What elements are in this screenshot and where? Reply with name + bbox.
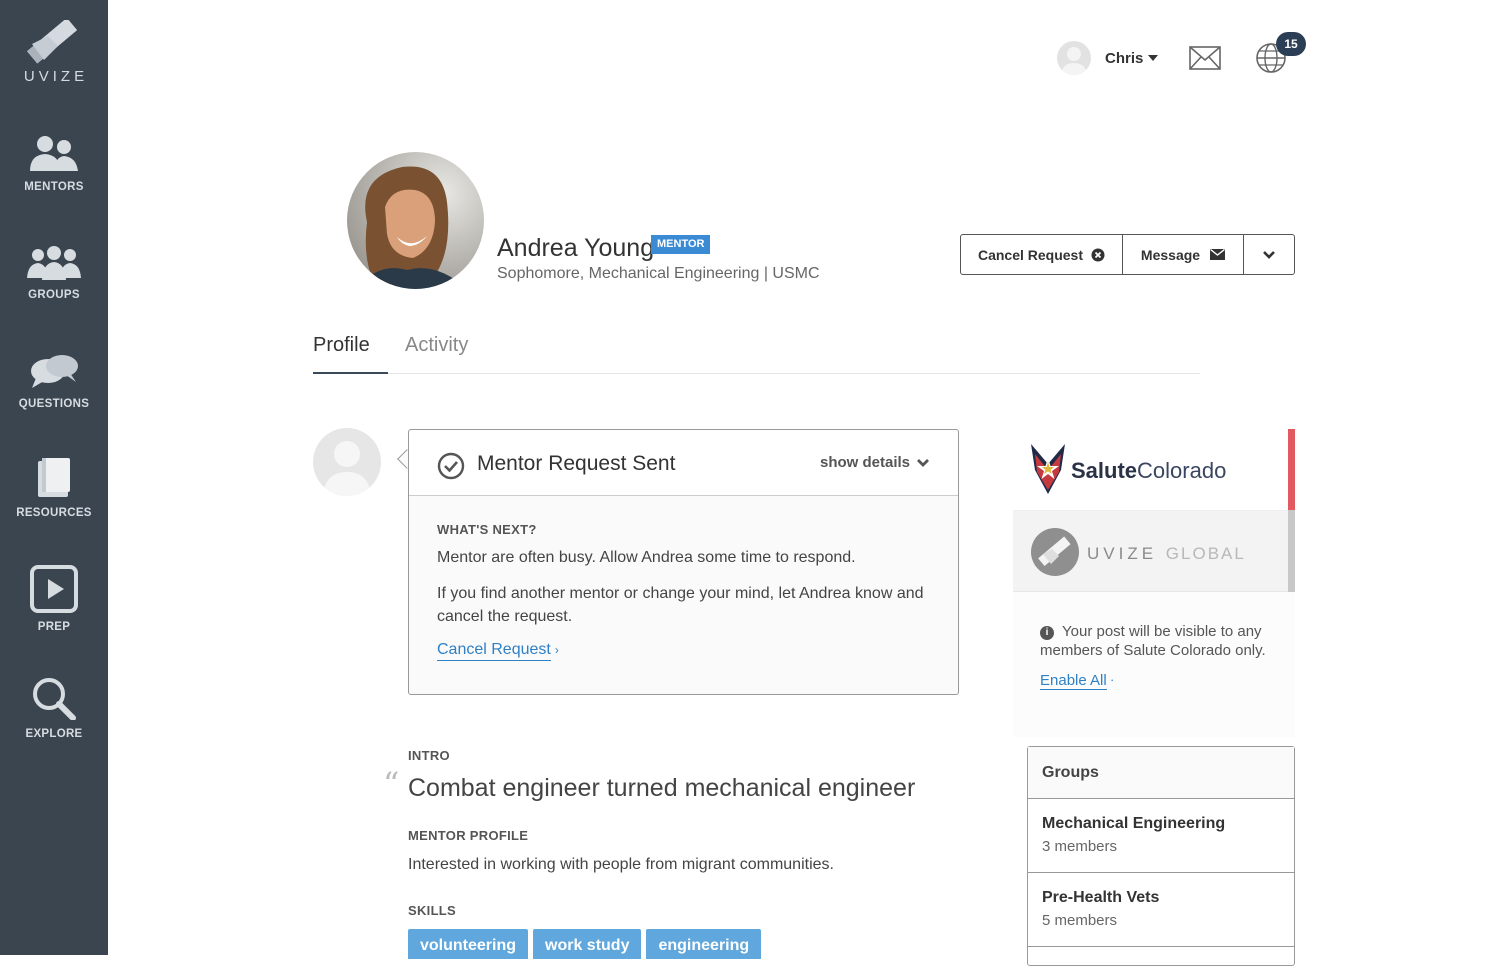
uvize-check-icon bbox=[27, 20, 78, 64]
user-avatar bbox=[1057, 41, 1091, 75]
tab-profile[interactable]: Profile bbox=[313, 334, 388, 374]
whats-next-line-2: If you find another mentor or change you… bbox=[437, 585, 924, 625]
cancel-request-link[interactable]: Cancel Request bbox=[437, 640, 551, 661]
chevron-down-icon bbox=[1263, 250, 1275, 259]
more-actions-button[interactable] bbox=[1244, 235, 1294, 274]
whats-next-line-1: Mentor are often busy. Allow Andrea some… bbox=[437, 549, 856, 566]
nav-questions-label: QUESTIONS bbox=[18, 398, 90, 410]
resources-icon bbox=[38, 458, 70, 497]
user-name: Chris bbox=[1105, 49, 1144, 67]
nav-explore[interactable]: EXPLORE bbox=[0, 676, 108, 740]
group-member-count: 3 members bbox=[1042, 838, 1118, 855]
nav-resources-label: RESOURCES bbox=[16, 507, 92, 519]
mentors-icon bbox=[30, 136, 78, 171]
intro-label: INTRO bbox=[408, 748, 450, 763]
tab-activity[interactable]: Activity bbox=[405, 334, 468, 357]
profile-name: Andrea Young bbox=[497, 234, 655, 262]
skills-label: SKILLS bbox=[408, 903, 457, 918]
quote-icon: “ bbox=[383, 765, 400, 803]
nav-mentors[interactable]: MENTORS bbox=[0, 135, 108, 193]
prep-play-icon bbox=[30, 565, 78, 613]
notification-badge[interactable]: 15 bbox=[1276, 32, 1306, 56]
mentor-profile-label: MENTOR PROFILE bbox=[408, 828, 529, 843]
visibility-note-text: Your post will be visible to any members… bbox=[1040, 623, 1266, 659]
group-name: Mechanical Engineering bbox=[1042, 815, 1226, 832]
chevron-down-icon bbox=[917, 458, 930, 467]
questions-icon bbox=[31, 355, 78, 388]
profile-photo bbox=[347, 152, 484, 289]
message-label: Message bbox=[1140, 246, 1201, 263]
org-uvize-global[interactable]: UVIZE GLOBAL bbox=[1013, 510, 1288, 592]
nav-resources[interactable]: RESOURCES bbox=[0, 457, 108, 519]
nav-groups-label: GROUPS bbox=[28, 289, 80, 301]
group-item[interactable]: Mechanical Engineering 3 members bbox=[1028, 799, 1294, 873]
uvize-logo[interactable]: UVIZE bbox=[0, 20, 108, 85]
profile-subtitle: Sophomore, Mechanical Engineering | USMC bbox=[497, 265, 820, 282]
organization-panel: SaluteColorado UVIZE GLOBAL i Your post w… bbox=[1013, 429, 1295, 737]
mentor-profile-text: Interested in working with people from m… bbox=[408, 856, 834, 873]
salute-star-logo bbox=[1031, 444, 1065, 494]
show-details-toggle[interactable]: show details bbox=[820, 454, 930, 471]
salute-name-bold: Salute bbox=[1071, 458, 1138, 483]
profile-actions: Cancel Request Message bbox=[960, 234, 1295, 275]
cancel-request-label: Cancel Request bbox=[977, 246, 1084, 263]
mentor-request-card: Mentor Request Sent show details WHAT'S … bbox=[408, 429, 959, 695]
profile-tabs: Profile Activity bbox=[313, 334, 1200, 374]
salute-colorado-name: SaluteColorado bbox=[1071, 458, 1226, 484]
whats-next-label: WHAT'S NEXT? bbox=[437, 522, 537, 537]
group-member-count: 5 members bbox=[1042, 912, 1118, 929]
chevron-down-icon bbox=[1148, 55, 1159, 61]
enable-all-link[interactable]: Enable All bbox=[1040, 672, 1107, 690]
group-item[interactable]: Pre-Health Vets 5 members bbox=[1028, 873, 1294, 947]
group-name: Pre-Health Vets bbox=[1042, 889, 1160, 906]
uvize-global-suffix: GLOBAL bbox=[1165, 544, 1246, 563]
uvize-check-circle-icon bbox=[1031, 528, 1079, 576]
visibility-note: i Your post will be visible to any member… bbox=[1040, 622, 1280, 660]
avatar-placeholder-icon bbox=[323, 441, 371, 496]
envelope-icon bbox=[1210, 249, 1226, 260]
uvize-global-main: UVIZE bbox=[1087, 544, 1158, 563]
uvize-global-name: UVIZE GLOBAL bbox=[1087, 544, 1246, 564]
feed-avatar bbox=[313, 428, 381, 496]
info-icon: i bbox=[1040, 626, 1054, 640]
nav-explore-label: EXPLORE bbox=[25, 728, 83, 740]
card-header: Mentor Request Sent show details bbox=[409, 430, 958, 496]
scrollbar-thumb[interactable] bbox=[1288, 510, 1295, 592]
sidebar: UVIZE MENTORS GROUPS QUESTIONS RESOURCES… bbox=[0, 0, 108, 955]
nav-prep[interactable]: PREP bbox=[0, 565, 108, 633]
chevron-right-icon: › bbox=[554, 643, 559, 657]
groups-title: Groups bbox=[1028, 747, 1294, 799]
avatar-placeholder-icon bbox=[1061, 47, 1087, 75]
show-details-label: show details bbox=[820, 454, 911, 471]
nav-mentors-label: MENTORS bbox=[24, 181, 84, 193]
org-salute-colorado[interactable]: SaluteColorado bbox=[1013, 429, 1288, 510]
salute-name-rest: Colorado bbox=[1137, 458, 1227, 483]
card-body: WHAT'S NEXT? Mentor are often busy. Allo… bbox=[437, 522, 937, 661]
circle-x-icon bbox=[1091, 248, 1105, 261]
mentor-badge: MENTOR bbox=[651, 235, 711, 254]
mail-icon[interactable] bbox=[1189, 46, 1221, 70]
logo-text: UVIZE bbox=[23, 68, 89, 85]
active-org-indicator bbox=[1288, 429, 1295, 510]
nav-questions[interactable]: QUESTIONS bbox=[0, 352, 108, 410]
intro-text: Combat engineer turned mechanical engine… bbox=[408, 774, 916, 802]
card-title: Mentor Request Sent bbox=[477, 452, 676, 475]
message-button[interactable]: Message bbox=[1123, 235, 1244, 274]
groups-icon bbox=[27, 246, 81, 280]
nav-groups[interactable]: GROUPS bbox=[0, 245, 108, 301]
check-circle-icon bbox=[437, 452, 465, 480]
groups-panel: Groups Mechanical Engineering 3 members … bbox=[1027, 746, 1295, 966]
search-icon bbox=[33, 678, 76, 720]
nav-prep-label: PREP bbox=[37, 621, 71, 633]
enable-all-arrow: · bbox=[1110, 672, 1115, 687]
user-menu[interactable]: Chris bbox=[1057, 40, 1159, 76]
cancel-request-button[interactable]: Cancel Request bbox=[961, 235, 1123, 274]
